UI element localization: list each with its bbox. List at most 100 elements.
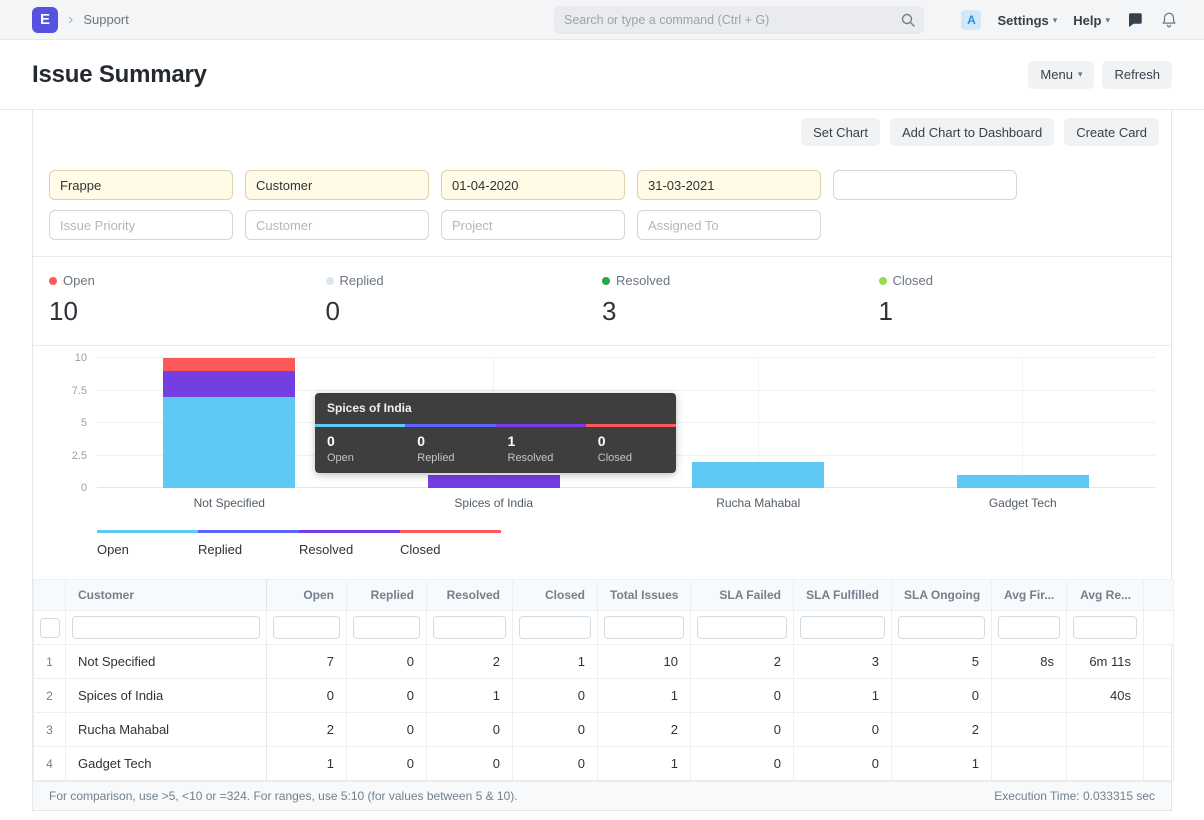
cell-sla-ongoing[interactable]: 1 [891,746,992,781]
column-filter-open[interactable] [273,616,340,639]
cell-sla-ongoing[interactable]: 5 [891,644,992,679]
column-filter-sla-failed[interactable] [697,616,787,639]
column-filter-total-issues[interactable] [604,616,684,639]
refresh-button[interactable]: Refresh [1102,60,1172,89]
column-filter-sla-fulfilled[interactable] [800,616,885,639]
cell-sla-failed[interactable]: 0 [690,678,794,713]
avatar-badge[interactable]: A [961,10,982,30]
issue-priority-filter[interactable] [49,210,233,240]
column-filter-replied[interactable] [353,616,420,639]
cell-total-issues[interactable]: 1 [597,746,691,781]
cell-avg-re[interactable]: 40s [1066,678,1144,713]
cell-avg-fir[interactable]: 8s [991,644,1067,679]
global-search[interactable] [554,6,924,34]
column-header-avg-re[interactable]: Avg Re... [1066,579,1144,611]
cell-avg-re[interactable]: 6m 11s [1066,644,1144,679]
cell-closed[interactable]: 0 [512,712,598,747]
column-filter-closed[interactable] [519,616,591,639]
cell-avg-fir[interactable] [991,712,1067,747]
column-header-sla-failed[interactable]: SLA Failed [690,579,794,611]
project-filter[interactable] [441,210,625,240]
column-filter-avg-re[interactable] [1073,616,1137,639]
cell-customer[interactable]: Gadget Tech [65,746,267,781]
cell-resolved[interactable]: 0 [426,746,513,781]
column-filter-avg-fir[interactable] [998,616,1060,639]
column-header-sla-ongoing[interactable]: SLA Ongoing [891,579,992,611]
cell-sla-ongoing[interactable]: 0 [891,678,992,713]
cell-sla-fulfilled[interactable]: 0 [793,712,892,747]
bar-stack[interactable] [427,475,560,488]
cell-sla-failed[interactable]: 2 [690,644,794,679]
column-header-resolved[interactable]: Resolved [426,579,513,611]
assigned-to-filter[interactable] [637,210,821,240]
cell-open[interactable]: 1 [266,746,347,781]
cell-avg-re[interactable] [1066,712,1144,747]
bar-segment-open[interactable] [692,462,825,488]
cell-avg-fir[interactable] [991,746,1067,781]
settings-menu[interactable]: Settings ▾ [997,13,1057,28]
bar-segment-resolved[interactable] [427,475,560,488]
cell-closed[interactable]: 1 [512,644,598,679]
cell-customer[interactable]: Spices of India [65,678,267,713]
column-header-avg-fir[interactable]: Avg Fir... [991,579,1067,611]
customer-filter[interactable] [245,210,429,240]
app-logo[interactable]: E [32,6,58,33]
cell-sla-fulfilled[interactable]: 0 [793,746,892,781]
set-chart-button[interactable]: Set Chart [801,118,880,146]
cell-replied[interactable]: 0 [346,746,427,781]
column-filter-resolved[interactable] [433,616,506,639]
cell-sla-ongoing[interactable]: 2 [891,712,992,747]
based-on-filter[interactable] [245,170,429,200]
menu-button[interactable]: Menu ▾ [1028,60,1095,89]
column-header-total-issues[interactable]: Total Issues [597,579,691,611]
column-filter-sla-ongoing[interactable] [898,616,985,639]
cell-customer[interactable]: Not Specified [65,644,267,679]
cell-closed[interactable]: 0 [512,746,598,781]
bar-segment-resolved[interactable] [163,371,296,397]
cell-customer[interactable]: Rucha Mahabal [65,712,267,747]
create-card-button[interactable]: Create Card [1064,118,1159,146]
cell-replied[interactable]: 0 [346,678,427,713]
cell-sla-failed[interactable]: 0 [690,746,794,781]
column-header-customer[interactable]: Customer [65,579,267,611]
cell-open[interactable]: 2 [266,712,347,747]
column-filter-customer[interactable] [72,616,260,639]
bar-segment-closed[interactable] [163,358,296,371]
cell-resolved[interactable]: 2 [426,644,513,679]
add-chart-to-dashboard-button[interactable]: Add Chart to Dashboard [889,118,1055,146]
bar-segment-open[interactable] [956,475,1089,488]
cell-sla-fulfilled[interactable]: 3 [793,644,892,679]
bar-segment-open[interactable] [163,397,296,488]
bar-stack[interactable] [956,475,1089,488]
breadcrumb-support[interactable]: Support [83,12,129,27]
column-header-sla-fulfilled[interactable]: SLA Fulfilled [793,579,892,611]
bar-stack[interactable] [163,358,296,488]
cell-avg-fir[interactable] [991,678,1067,713]
cell-total-issues[interactable]: 10 [597,644,691,679]
company-filter[interactable] [49,170,233,200]
bar-stack[interactable] [692,462,825,488]
cell-open[interactable]: 7 [266,644,347,679]
help-menu[interactable]: Help ▾ [1073,13,1110,28]
cell-sla-failed[interactable]: 0 [690,712,794,747]
column-header-open[interactable]: Open [266,579,347,611]
cell-avg-re[interactable] [1066,746,1144,781]
search-input[interactable] [554,13,900,27]
chat-icon[interactable] [1126,11,1144,29]
column-header-closed[interactable]: Closed [512,579,598,611]
cell-resolved[interactable]: 0 [426,712,513,747]
cell-replied[interactable]: 0 [346,712,427,747]
extra-filter[interactable] [833,170,1017,200]
select-all-checkbox[interactable] [40,617,60,638]
cell-resolved[interactable]: 1 [426,678,513,713]
cell-replied[interactable]: 0 [346,644,427,679]
cell-sla-fulfilled[interactable]: 1 [793,678,892,713]
cell-total-issues[interactable]: 2 [597,712,691,747]
bell-icon[interactable] [1160,11,1178,29]
cell-total-issues[interactable]: 1 [597,678,691,713]
column-header-replied[interactable]: Replied [346,579,427,611]
from-date-filter[interactable] [441,170,625,200]
cell-open[interactable]: 0 [266,678,347,713]
to-date-filter[interactable] [637,170,821,200]
cell-closed[interactable]: 0 [512,678,598,713]
